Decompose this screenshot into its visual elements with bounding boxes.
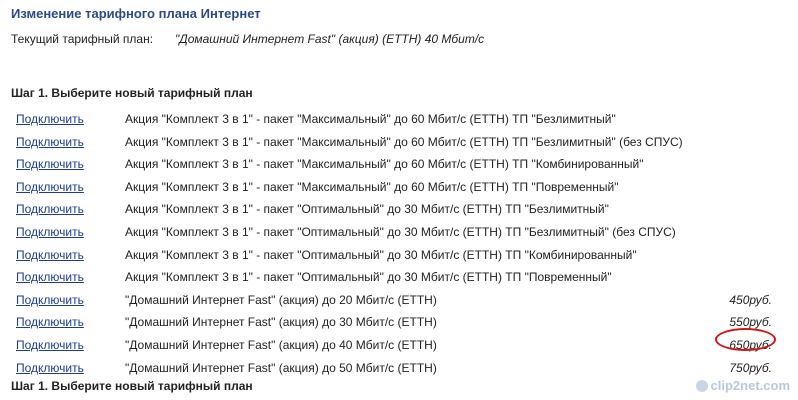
clip2net-logo-icon bbox=[695, 379, 708, 392]
connect-link[interactable]: Подключить bbox=[16, 270, 84, 284]
connect-link[interactable]: Подключить bbox=[16, 180, 84, 194]
watermark-text: clip2net.com bbox=[710, 378, 790, 393]
connect-link[interactable]: Подключить bbox=[16, 338, 84, 352]
connect-link[interactable]: Подключить bbox=[16, 315, 84, 329]
table-row: Подключить Акция "Комплект 3 в 1" - паке… bbox=[11, 132, 782, 155]
connect-link[interactable]: Подключить bbox=[16, 135, 84, 149]
tariff-name: "Домашний Интернет Fast" (акция) до 40 М… bbox=[125, 337, 437, 352]
tariff-name: Акция "Комплект 3 в 1" - пакет "Максимал… bbox=[125, 134, 683, 149]
tariff-name: "Домашний Интернет Fast" (акция) до 30 М… bbox=[125, 315, 437, 330]
tariff-name: Акция "Комплект 3 в 1" - пакет "Максимал… bbox=[125, 112, 616, 126]
table-row: Подключить Акция "Комплект 3 в 1" - паке… bbox=[11, 177, 782, 200]
table-row: Подключить Акция "Комплект 3 в 1" - паке… bbox=[11, 109, 782, 132]
tariff-price: 550руб. bbox=[729, 315, 772, 330]
current-plan: Текущий тарифный план: "Домашний Интернет… bbox=[11, 32, 484, 46]
tariff-price: 750руб. bbox=[729, 360, 772, 375]
connect-link[interactable]: Подключить bbox=[16, 202, 84, 216]
step-title: Шаг 1. Выберите новый тарифный план bbox=[11, 379, 253, 393]
table-row: Подключить "Домашний Интернет Fast" (акц… bbox=[11, 312, 782, 335]
tariff-name: Акция "Комплект 3 в 1" - пакет "Оптималь… bbox=[125, 202, 609, 217]
tariff-name: "Домашний Интернет Fast" (акция) до 20 М… bbox=[125, 292, 437, 307]
tariff-name: Акция "Комплект 3 в 1" - пакет "Максимал… bbox=[125, 179, 619, 194]
watermark: clip2net.com bbox=[695, 378, 790, 393]
current-plan-value: "Домашний Интернет Fast" (акция) (ЕТТН) … bbox=[175, 32, 485, 46]
connect-link[interactable]: Подключить bbox=[16, 361, 84, 375]
tariff-name: Акция "Комплект 3 в 1" - пакет "Оптималь… bbox=[125, 224, 676, 239]
table-row: Подключить "Домашний Интернет Fast" (акц… bbox=[11, 358, 782, 381]
table-row: Подключить Акция "Комплект 3 в 1" - паке… bbox=[11, 267, 782, 290]
tariff-name: "Домашний Интернет Fast" (акция) до 50 М… bbox=[125, 360, 437, 375]
table-row: Подключить Акция "Комплект 3 в 1" - паке… bbox=[11, 245, 782, 268]
connect-link[interactable]: Подключить bbox=[16, 293, 84, 307]
tariff-table: Подключить Акция "Комплект 3 в 1" - паке… bbox=[11, 109, 782, 380]
table-row: Подключить Акция "Комплект 3 в 1" - паке… bbox=[11, 222, 782, 245]
table-row: Подключить Акция "Комплект 3 в 1" - паке… bbox=[11, 199, 782, 222]
tariff-name: Акция "Комплект 3 в 1" - пакет "Оптималь… bbox=[125, 247, 637, 262]
tariff-name: Акция "Комплект 3 в 1" - пакет "Максимал… bbox=[125, 157, 644, 172]
connect-link[interactable]: Подключить bbox=[16, 248, 84, 262]
tariff-price: 650руб. bbox=[729, 337, 772, 352]
tariff-name: Акция "Комплект 3 в 1" - пакет "Оптималь… bbox=[125, 270, 612, 285]
table-row: Подключить "Домашний Интернет Fast" (акц… bbox=[11, 335, 782, 358]
connect-link[interactable]: Подключить bbox=[16, 225, 84, 239]
current-plan-label: Текущий тарифный план: bbox=[11, 32, 154, 46]
step-title: Шаг 1. Выберите новый тарифный план bbox=[11, 86, 253, 100]
table-row: Подключить "Домашний Интернет Fast" (акц… bbox=[11, 290, 782, 313]
table-row: Подключить Акция "Комплект 3 в 1" - паке… bbox=[11, 154, 782, 177]
connect-link[interactable]: Подключить bbox=[16, 112, 84, 126]
tariff-price: 450руб. bbox=[729, 292, 772, 307]
page-title: Изменение тарифного плана Интернет bbox=[11, 6, 261, 21]
connect-link[interactable]: Подключить bbox=[16, 157, 84, 171]
